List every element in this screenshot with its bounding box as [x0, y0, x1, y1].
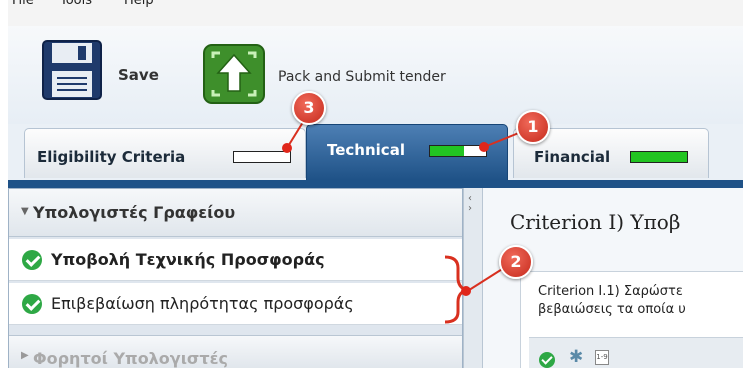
tree-item-technical-offer[interactable]: Υποβολή Τεχνικής Προσφοράς [9, 239, 462, 281]
tab-underline-bar [8, 180, 743, 188]
save-button[interactable]: Save [118, 66, 159, 84]
annotation-badge-3: 3 [292, 91, 326, 125]
check-circle-icon [539, 352, 555, 368]
criterion-detail-panel: Criterion I) Υποβ Criterion I.1) Σαρώστε… [483, 188, 743, 368]
group-title-laptops: Φορητοί Υπολογιστές [33, 349, 228, 368]
gear-icon[interactable]: ✱ [569, 347, 583, 367]
check-circle-icon [22, 250, 42, 270]
save-icon[interactable] [40, 38, 104, 102]
group-title-desktop-pcs: Υπολογιστές Γραφείου [33, 203, 236, 222]
financial-progress-fill [631, 152, 687, 162]
menu-bar: File Tools Help [8, 0, 743, 26]
tender-app-window: File Tools Help Save Pack and Submit ten… [0, 0, 743, 368]
sub-criterion-icon-row: ✱ 1-9 [529, 337, 743, 368]
tab-eligibility-label: Eligibility Criteria [37, 148, 186, 166]
tree-item-offer-completeness[interactable]: Επιβεβαίωση πληρότητας προσφοράς [9, 283, 462, 325]
tab-technical-label: Technical [327, 141, 405, 159]
pack-submit-button[interactable]: Pack and Submit tender [278, 69, 446, 85]
collapse-chevrons-icon[interactable]: ‹ › [468, 194, 472, 214]
tab-eligibility-criteria[interactable]: Eligibility Criteria [24, 128, 306, 178]
panel-splitter[interactable]: ‹ › [463, 188, 483, 368]
annotation-dot-3 [282, 143, 292, 153]
annotation-badge-1: 1 [516, 110, 550, 144]
tab-technical[interactable]: Technical [306, 124, 508, 180]
annotation-dot-2 [461, 286, 471, 296]
sub-criterion-text-1: Criterion I.1) Σαρώστε [538, 284, 683, 299]
numbering-icon[interactable]: 1-9 [595, 350, 609, 365]
tree-item-label: Υποβολή Τεχνικής Προσφοράς [51, 250, 325, 269]
check-circle-icon [22, 294, 42, 314]
collapsed-arrow-icon[interactable]: ▶ [21, 350, 29, 361]
pack-submit-icon[interactable] [201, 42, 267, 106]
eligibility-progress-bar [233, 151, 291, 163]
group-header-laptops[interactable]: ▶ Φορητοί Υπολογιστές [9, 335, 462, 368]
criterion-title: Criterion I) Υποβ [510, 210, 681, 234]
annotation-dot-1 [479, 142, 489, 152]
toolbar: Save Pack and Submit tender [8, 26, 743, 124]
sub-criterion-box: Criterion I.1) Σαρώστε βεβαιώσεις τα οπο… [520, 271, 743, 368]
window-frame-edge [0, 0, 8, 368]
menu-help[interactable]: Help [124, 0, 154, 8]
criteria-tree-panel: ▼ Υπολογιστές Γραφείου Υποβολή Τεχνικής … [8, 188, 463, 368]
tab-strip: Eligibility Criteria Technical Financial [8, 124, 743, 180]
sub-criterion-text-2: βεβαιώσεις τα οποία υ [538, 302, 686, 317]
tree-item-label: Επιβεβαίωση πληρότητας προσφοράς [51, 294, 354, 313]
financial-progress-bar [630, 151, 688, 163]
technical-progress-fill [430, 146, 464, 156]
expand-arrow-icon[interactable]: ▼ [21, 206, 29, 217]
tab-financial-label: Financial [534, 148, 611, 166]
group-header-desktop-pcs[interactable]: ▼ Υπολογιστές Γραφείου [9, 189, 462, 237]
menu-file[interactable]: File [12, 0, 34, 8]
menu-tools[interactable]: Tools [60, 0, 92, 8]
annotation-badge-2: 2 [499, 245, 533, 279]
